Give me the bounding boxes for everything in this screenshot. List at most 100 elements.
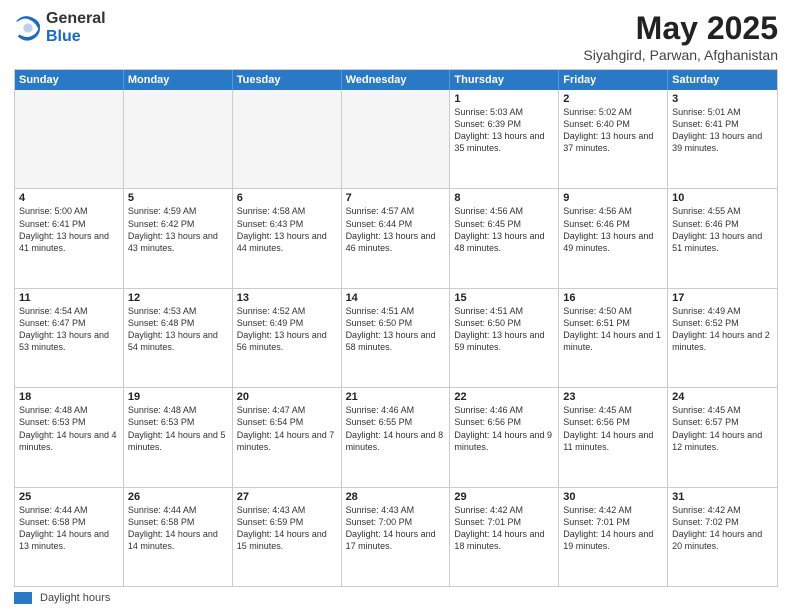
header-day-wednesday: Wednesday xyxy=(342,70,451,90)
calendar-cell: 24Sunrise: 4:45 AM Sunset: 6:57 PM Dayli… xyxy=(668,388,777,486)
day-number: 13 xyxy=(237,292,337,304)
cell-info: Sunrise: 4:49 AM Sunset: 6:52 PM Dayligh… xyxy=(672,305,773,354)
calendar-cell: 4Sunrise: 5:00 AM Sunset: 6:41 PM Daylig… xyxy=(15,189,124,287)
calendar-cell: 5Sunrise: 4:59 AM Sunset: 6:42 PM Daylig… xyxy=(124,189,233,287)
calendar-cell: 16Sunrise: 4:50 AM Sunset: 6:51 PM Dayli… xyxy=(559,289,668,387)
calendar-cell: 13Sunrise: 4:52 AM Sunset: 6:49 PM Dayli… xyxy=(233,289,342,387)
calendar-cell: 3Sunrise: 5:01 AM Sunset: 6:41 PM Daylig… xyxy=(668,90,777,188)
calendar-week-2: 4Sunrise: 5:00 AM Sunset: 6:41 PM Daylig… xyxy=(15,189,777,288)
calendar-cell: 11Sunrise: 4:54 AM Sunset: 6:47 PM Dayli… xyxy=(15,289,124,387)
cell-info: Sunrise: 5:03 AM Sunset: 6:39 PM Dayligh… xyxy=(454,106,554,155)
header-day-monday: Monday xyxy=(124,70,233,90)
day-number: 7 xyxy=(346,192,446,204)
calendar-cell: 27Sunrise: 4:43 AM Sunset: 6:59 PM Dayli… xyxy=(233,488,342,586)
cell-info: Sunrise: 4:47 AM Sunset: 6:54 PM Dayligh… xyxy=(237,404,337,453)
cell-info: Sunrise: 4:51 AM Sunset: 6:50 PM Dayligh… xyxy=(346,305,446,354)
calendar-cell: 6Sunrise: 4:58 AM Sunset: 6:43 PM Daylig… xyxy=(233,189,342,287)
cell-info: Sunrise: 4:42 AM Sunset: 7:01 PM Dayligh… xyxy=(454,504,554,553)
page: General Blue May 2025 Siyahgird, Parwan,… xyxy=(0,0,792,612)
header: General Blue May 2025 Siyahgird, Parwan,… xyxy=(14,10,778,63)
day-number: 24 xyxy=(672,391,773,403)
cell-info: Sunrise: 4:42 AM Sunset: 7:01 PM Dayligh… xyxy=(563,504,663,553)
day-number: 20 xyxy=(237,391,337,403)
calendar-cell xyxy=(233,90,342,188)
logo-text: General Blue xyxy=(46,10,106,45)
cell-info: Sunrise: 4:42 AM Sunset: 7:02 PM Dayligh… xyxy=(672,504,773,553)
cell-info: Sunrise: 4:57 AM Sunset: 6:44 PM Dayligh… xyxy=(346,205,446,254)
day-number: 6 xyxy=(237,192,337,204)
calendar-cell: 8Sunrise: 4:56 AM Sunset: 6:45 PM Daylig… xyxy=(450,189,559,287)
cell-info: Sunrise: 4:48 AM Sunset: 6:53 PM Dayligh… xyxy=(19,404,119,453)
calendar-cell: 12Sunrise: 4:53 AM Sunset: 6:48 PM Dayli… xyxy=(124,289,233,387)
header-day-saturday: Saturday xyxy=(668,70,777,90)
calendar: SundayMondayTuesdayWednesdayThursdayFrid… xyxy=(14,69,778,587)
calendar-cell: 2Sunrise: 5:02 AM Sunset: 6:40 PM Daylig… xyxy=(559,90,668,188)
calendar-cell: 28Sunrise: 4:43 AM Sunset: 7:00 PM Dayli… xyxy=(342,488,451,586)
calendar-cell: 21Sunrise: 4:46 AM Sunset: 6:55 PM Dayli… xyxy=(342,388,451,486)
cell-info: Sunrise: 4:46 AM Sunset: 6:56 PM Dayligh… xyxy=(454,404,554,453)
calendar-cell: 10Sunrise: 4:55 AM Sunset: 6:46 PM Dayli… xyxy=(668,189,777,287)
day-number: 2 xyxy=(563,93,663,105)
header-day-friday: Friday xyxy=(559,70,668,90)
header-day-tuesday: Tuesday xyxy=(233,70,342,90)
calendar-cell xyxy=(124,90,233,188)
calendar-week-4: 18Sunrise: 4:48 AM Sunset: 6:53 PM Dayli… xyxy=(15,388,777,487)
day-number: 11 xyxy=(19,292,119,304)
day-number: 10 xyxy=(672,192,773,204)
calendar-cell xyxy=(15,90,124,188)
calendar-cell: 26Sunrise: 4:44 AM Sunset: 6:58 PM Dayli… xyxy=(124,488,233,586)
title-location: Siyahgird, Parwan, Afghanistan xyxy=(583,47,778,63)
cell-info: Sunrise: 4:56 AM Sunset: 6:45 PM Dayligh… xyxy=(454,205,554,254)
day-number: 8 xyxy=(454,192,554,204)
calendar-cell: 25Sunrise: 4:44 AM Sunset: 6:58 PM Dayli… xyxy=(15,488,124,586)
calendar-week-3: 11Sunrise: 4:54 AM Sunset: 6:47 PM Dayli… xyxy=(15,289,777,388)
cell-info: Sunrise: 4:55 AM Sunset: 6:46 PM Dayligh… xyxy=(672,205,773,254)
day-number: 26 xyxy=(128,491,228,503)
calendar-cell: 20Sunrise: 4:47 AM Sunset: 6:54 PM Dayli… xyxy=(233,388,342,486)
cell-info: Sunrise: 5:02 AM Sunset: 6:40 PM Dayligh… xyxy=(563,106,663,155)
day-number: 1 xyxy=(454,93,554,105)
day-number: 21 xyxy=(346,391,446,403)
day-number: 27 xyxy=(237,491,337,503)
cell-info: Sunrise: 4:51 AM Sunset: 6:50 PM Dayligh… xyxy=(454,305,554,354)
calendar-body: 1Sunrise: 5:03 AM Sunset: 6:39 PM Daylig… xyxy=(15,90,777,586)
day-number: 23 xyxy=(563,391,663,403)
day-number: 4 xyxy=(19,192,119,204)
day-number: 12 xyxy=(128,292,228,304)
calendar-cell xyxy=(342,90,451,188)
cell-info: Sunrise: 5:00 AM Sunset: 6:41 PM Dayligh… xyxy=(19,205,119,254)
day-number: 18 xyxy=(19,391,119,403)
day-number: 28 xyxy=(346,491,446,503)
title-block: May 2025 Siyahgird, Parwan, Afghanistan xyxy=(583,10,778,63)
day-number: 14 xyxy=(346,292,446,304)
calendar-cell: 23Sunrise: 4:45 AM Sunset: 6:56 PM Dayli… xyxy=(559,388,668,486)
cell-info: Sunrise: 4:46 AM Sunset: 6:55 PM Dayligh… xyxy=(346,404,446,453)
calendar-week-1: 1Sunrise: 5:03 AM Sunset: 6:39 PM Daylig… xyxy=(15,90,777,189)
cell-info: Sunrise: 4:44 AM Sunset: 6:58 PM Dayligh… xyxy=(128,504,228,553)
logo: General Blue xyxy=(14,10,106,45)
day-number: 9 xyxy=(563,192,663,204)
cell-info: Sunrise: 4:48 AM Sunset: 6:53 PM Dayligh… xyxy=(128,404,228,453)
calendar-cell: 29Sunrise: 4:42 AM Sunset: 7:01 PM Dayli… xyxy=(450,488,559,586)
cell-info: Sunrise: 4:56 AM Sunset: 6:46 PM Dayligh… xyxy=(563,205,663,254)
cell-info: Sunrise: 4:45 AM Sunset: 6:56 PM Dayligh… xyxy=(563,404,663,453)
day-number: 29 xyxy=(454,491,554,503)
day-number: 30 xyxy=(563,491,663,503)
calendar-cell: 15Sunrise: 4:51 AM Sunset: 6:50 PM Dayli… xyxy=(450,289,559,387)
header-day-thursday: Thursday xyxy=(450,70,559,90)
title-month: May 2025 xyxy=(583,10,778,47)
calendar-cell: 14Sunrise: 4:51 AM Sunset: 6:50 PM Dayli… xyxy=(342,289,451,387)
cell-info: Sunrise: 4:44 AM Sunset: 6:58 PM Dayligh… xyxy=(19,504,119,553)
calendar-cell: 9Sunrise: 4:56 AM Sunset: 6:46 PM Daylig… xyxy=(559,189,668,287)
calendar-cell: 18Sunrise: 4:48 AM Sunset: 6:53 PM Dayli… xyxy=(15,388,124,486)
day-number: 3 xyxy=(672,93,773,105)
day-number: 5 xyxy=(128,192,228,204)
logo-icon xyxy=(14,14,42,42)
cell-info: Sunrise: 4:54 AM Sunset: 6:47 PM Dayligh… xyxy=(19,305,119,354)
cell-info: Sunrise: 4:58 AM Sunset: 6:43 PM Dayligh… xyxy=(237,205,337,254)
day-number: 17 xyxy=(672,292,773,304)
day-number: 16 xyxy=(563,292,663,304)
cell-info: Sunrise: 4:43 AM Sunset: 6:59 PM Dayligh… xyxy=(237,504,337,553)
header-day-sunday: Sunday xyxy=(15,70,124,90)
day-number: 22 xyxy=(454,391,554,403)
